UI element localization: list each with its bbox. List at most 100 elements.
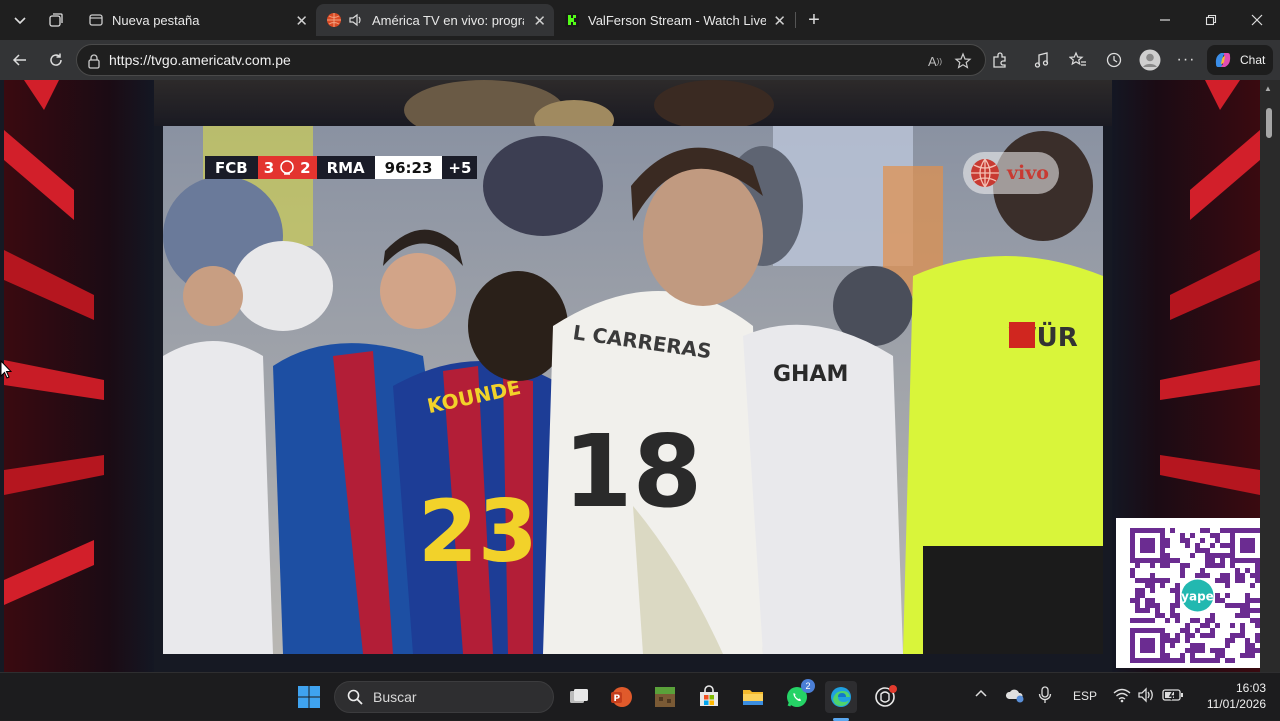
tab-strip: Nueva pestaña ✕ América TV en vivo: prog…: [0, 0, 1280, 40]
back-button[interactable]: [6, 46, 34, 74]
search-placeholder: Buscar: [373, 689, 417, 705]
task-view-button[interactable]: [563, 681, 595, 713]
refresh-icon: [50, 53, 62, 66]
restore-button[interactable]: [1188, 0, 1234, 40]
microphone-status[interactable]: [1038, 686, 1052, 707]
chevron-down-icon: [14, 17, 26, 25]
yape-logo-text: yape: [1181, 590, 1214, 604]
yape-qr-code: yape: [1116, 518, 1280, 668]
folder-icon: [743, 690, 763, 705]
workspaces-button[interactable]: [41, 5, 71, 35]
restore-icon: [1205, 14, 1217, 26]
tab-new-tab[interactable]: Nueva pestaña ✕: [78, 4, 316, 36]
home-team-label: FCB: [205, 156, 258, 179]
match-clock: 96:23: [374, 156, 443, 179]
taskbar-search[interactable]: Buscar: [334, 681, 554, 713]
close-tab-icon[interactable]: ✕: [773, 12, 786, 30]
close-tab-icon[interactable]: ✕: [533, 12, 546, 30]
minecraft-app[interactable]: [649, 681, 681, 713]
volume-status[interactable]: [1137, 687, 1155, 706]
close-icon: [1251, 14, 1263, 26]
video-top-backdrop: [154, 80, 1112, 140]
search-icon: [347, 689, 363, 705]
read-aloud-icon[interactable]: A)): [925, 51, 945, 71]
live-badge: vivo: [963, 152, 1059, 194]
history-button[interactable]: [1100, 46, 1128, 74]
left-decorative-panel: [4, 80, 154, 672]
chatgpt-app[interactable]: [869, 681, 901, 713]
notification-badge: 2: [801, 679, 815, 693]
football-broadcast-frame: 23 KOUNDE 18 L CARRERAS GHAM WÜR: [163, 126, 1103, 654]
windows-taskbar: Buscar P 2 ESP 16:03 11/01/2026: [0, 672, 1280, 721]
system-clock[interactable]: 16:03 11/01/2026: [1196, 680, 1266, 712]
extensions-button[interactable]: [986, 46, 1014, 74]
minimize-icon: [1160, 19, 1170, 21]
minecraft-icon: [655, 687, 675, 707]
new-tab-button[interactable]: +: [796, 0, 832, 40]
address-bar[interactable]: https://tvgo.americatv.com.pe A)): [76, 44, 986, 76]
close-window-button[interactable]: [1234, 0, 1280, 40]
lock-icon[interactable]: [87, 53, 101, 69]
score-box: 3 2: [257, 156, 317, 179]
chat-label: Chat: [1240, 53, 1266, 67]
scroll-up-icon[interactable]: ▲: [1264, 84, 1272, 93]
browser-toolbar: https://tvgo.americatv.com.pe A)) ··· Ch…: [0, 40, 1280, 80]
onedrive-status[interactable]: [1005, 687, 1025, 706]
close-tab-icon[interactable]: ✕: [295, 12, 308, 30]
scoreboard-overlay: FCB 3 2 RMA 96:23 +5: [205, 156, 478, 179]
more-options-button[interactable]: ···: [1172, 46, 1200, 74]
tab-title: ValFerson Stream - Watch Live on: [588, 12, 766, 28]
live-label: vivo: [1007, 162, 1049, 184]
clock-time: 16:03: [1235, 681, 1266, 695]
arrow-left-icon: [12, 54, 26, 66]
red-stripes-graphic: [4, 80, 104, 605]
favorites-button[interactable]: [1064, 46, 1092, 74]
svg-text:GHAM: GHAM: [773, 362, 848, 387]
tab-title: Nueva pestaña: [112, 12, 200, 28]
tab-actions-menu-button[interactable]: [5, 5, 35, 35]
task-view-icon: [570, 689, 588, 703]
tab-valferson-stream[interactable]: ValFerson Stream - Watch Live on ✕: [554, 4, 794, 36]
live-video-player[interactable]: 23 KOUNDE 18 L CARRERAS GHAM WÜR FCB 3 2…: [163, 126, 1103, 654]
media-control-button[interactable]: [1028, 46, 1056, 74]
page-scrollbar[interactable]: ▲: [1260, 80, 1280, 672]
microphone-icon: [1038, 686, 1052, 703]
tab-america-tv[interactable]: América TV en vivo: programa ✕: [316, 4, 554, 36]
volume-icon: [1138, 687, 1153, 703]
profile-button[interactable]: [1136, 46, 1164, 74]
away-score: 2: [300, 158, 311, 177]
powerpoint-app[interactable]: P: [605, 681, 637, 713]
music-note-icon: [1034, 52, 1049, 68]
mouse-cursor-icon: [0, 360, 12, 379]
edge-browser-app[interactable]: [825, 681, 857, 713]
refresh-button[interactable]: [42, 46, 70, 74]
trophy-icon: [280, 159, 294, 175]
show-hidden-icons-button[interactable]: [974, 687, 988, 704]
scrollbar-thumb[interactable]: [1266, 108, 1272, 138]
tab-title: América TV en vivo: programa: [372, 12, 524, 28]
away-team-label: RMA: [316, 156, 375, 179]
favorite-star-icon[interactable]: [953, 51, 973, 71]
store-icon: [700, 685, 718, 706]
url-text[interactable]: https://tvgo.americatv.com.pe: [109, 52, 291, 68]
copilot-chat-button[interactable]: Chat: [1207, 45, 1273, 75]
input-language[interactable]: ESP: [1073, 689, 1097, 703]
america-tv-favicon-icon: [327, 13, 341, 27]
clock-date: 11/01/2026: [1206, 697, 1266, 711]
jersey-number: 23: [418, 482, 538, 582]
file-explorer-app[interactable]: [737, 681, 769, 713]
wifi-status[interactable]: [1113, 687, 1131, 706]
history-icon: [1106, 52, 1122, 68]
chatgpt-icon: [875, 685, 897, 707]
cloud-icon: [1005, 689, 1024, 703]
speaker-icon[interactable]: [348, 12, 364, 28]
microsoft-store-app[interactable]: [693, 681, 725, 713]
svg-text:18: 18: [563, 413, 702, 530]
whatsapp-app[interactable]: 2: [781, 679, 815, 713]
copilot-icon: [1215, 53, 1231, 67]
battery-status[interactable]: [1162, 687, 1184, 706]
tabs-icon: [49, 13, 63, 27]
start-button[interactable]: [293, 681, 325, 713]
windows-logo-icon: [298, 686, 320, 708]
minimize-button[interactable]: [1142, 0, 1188, 40]
